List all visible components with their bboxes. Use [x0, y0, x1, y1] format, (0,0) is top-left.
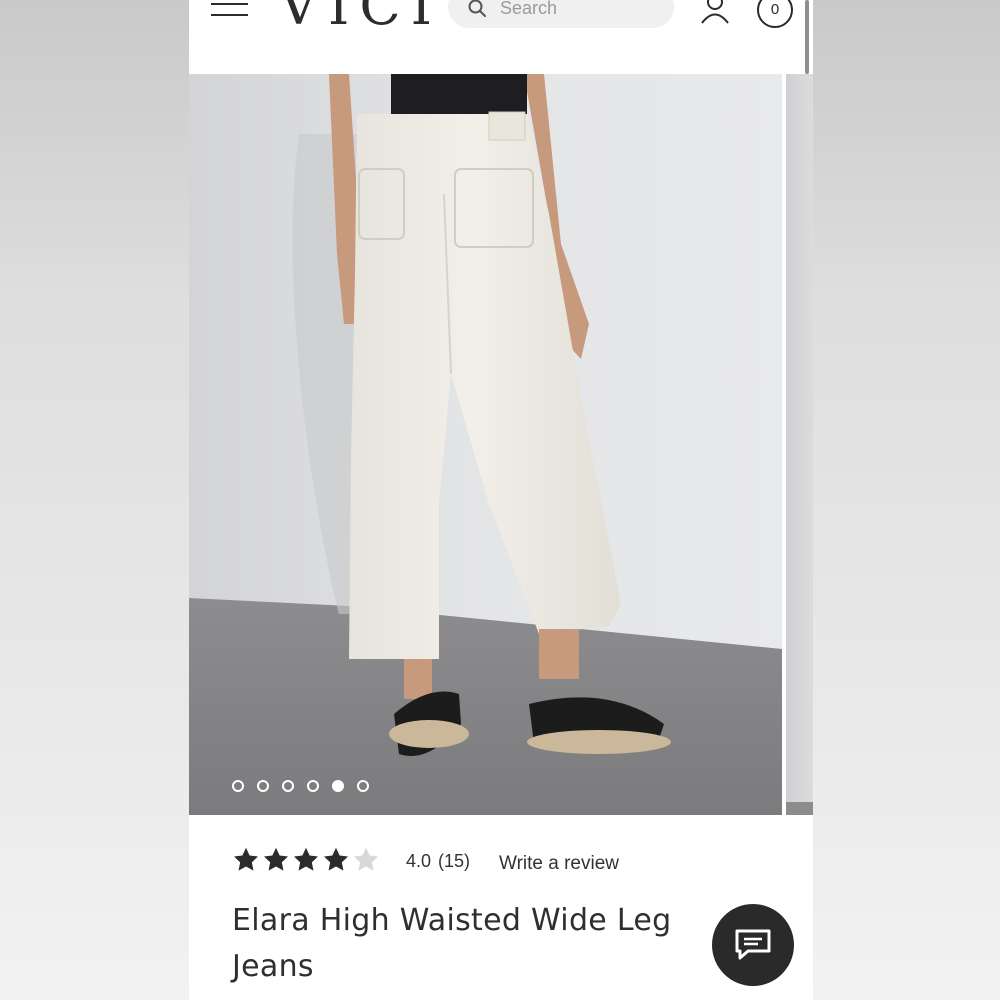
product-title: Elara High Waisted Wide Leg Jeans — [232, 903, 672, 984]
write-review-link[interactable]: Write a review — [499, 853, 619, 875]
carousel-dots — [232, 780, 369, 792]
carousel-dot[interactable] — [257, 780, 269, 792]
review-count[interactable]: (15) — [438, 851, 470, 872]
product-gallery[interactable] — [189, 74, 813, 816]
star-icon — [293, 847, 319, 871]
carousel-dot[interactable] — [307, 780, 319, 792]
site-header: VICI 0 — [189, 0, 813, 74]
menu-icon[interactable] — [211, 0, 251, 20]
chat-icon — [735, 929, 771, 960]
scrollbar[interactable] — [805, 0, 809, 74]
search-bar[interactable] — [448, 0, 674, 28]
rating-score: 4.0 — [406, 851, 432, 871]
star-icon — [233, 847, 259, 871]
account-icon[interactable] — [700, 0, 730, 24]
carousel-dot[interactable] — [282, 780, 294, 792]
product-image-jeans — [189, 74, 782, 815]
brand-logo[interactable]: VICI — [279, 0, 442, 37]
cart-icon[interactable]: 0 — [757, 0, 793, 28]
chat-button[interactable] — [712, 904, 794, 986]
carousel-dot[interactable] — [357, 780, 369, 792]
app-screen: VICI 0 — [189, 0, 813, 1000]
next-slide-peek-floor — [786, 802, 813, 815]
search-input[interactable] — [500, 0, 660, 19]
star-icon — [323, 847, 349, 871]
next-slide-peek[interactable] — [786, 74, 813, 802]
carousel-dot[interactable] — [232, 780, 244, 792]
star-icon — [263, 847, 289, 871]
star-rating[interactable] — [232, 846, 380, 874]
carousel-dot-active[interactable] — [332, 780, 344, 792]
star-empty-icon — [353, 847, 379, 871]
product-info: 4.0 (15) Write a review Elara High Waist… — [189, 816, 813, 1000]
cart-count: 0 — [770, 1, 780, 18]
product-photo[interactable] — [189, 74, 782, 815]
search-icon — [468, 0, 486, 17]
